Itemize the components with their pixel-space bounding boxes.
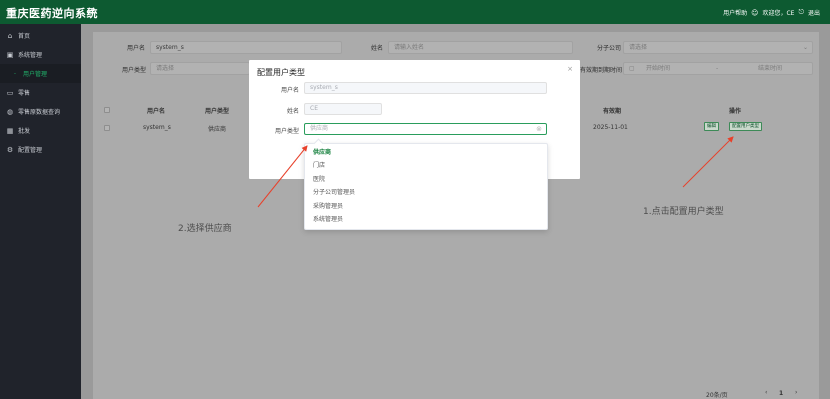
dialog-username-input: system_s — [304, 82, 547, 94]
logout-icon[interactable]: ⎋ — [798, 8, 804, 17]
filter-branch-label: 分子公司 — [597, 45, 622, 52]
cell-usertype: 供应商 — [208, 126, 227, 133]
filter-branch-value: 请选择 — [629, 44, 648, 51]
current-page[interactable]: 1 — [779, 390, 783, 397]
sidebar-item-label: 批发 — [18, 128, 31, 135]
filter-date-range[interactable]: ▢ 开始时间 - 结束时间 — [623, 62, 813, 75]
sidebar-item-system[interactable]: ▣ 系统管理 — [0, 45, 81, 64]
welcome-text: 欢迎您，CE — [762, 10, 795, 17]
dropdown-option-supplier[interactable]: 供应商 — [305, 146, 547, 159]
filter-branch-select[interactable]: 请选择 ⌄ — [623, 41, 813, 54]
filter-name-input[interactable]: 请输入姓名 — [388, 41, 573, 54]
dialog-usertype-select[interactable]: 供应商 ⊗ — [304, 123, 547, 135]
date-start: 开始时间 — [646, 65, 671, 72]
dialog-title: 配置用户类型 — [257, 68, 305, 77]
filter-usertype-select[interactable]: 请选择 — [150, 62, 250, 75]
dropdown-option-hospital[interactable]: 医院 — [305, 173, 547, 186]
prev-page-icon[interactable]: ‹ — [765, 389, 767, 396]
cell-username: system_s — [143, 124, 171, 131]
col-header-usertype: 用户类型 — [205, 108, 230, 115]
logout-link[interactable]: 退出 — [808, 8, 820, 17]
dialog-usertype-label: 用户类型 — [274, 128, 299, 135]
sidebar-item-label: 系统管理 — [18, 52, 43, 59]
sidebar: ⌂ 首页 ▣ 系统管理 · 用户管理 ▭ 零售 ◍ 零售原数据查询 ▦ 批发 ⚙… — [0, 24, 81, 399]
dropdown-option-branch-admin[interactable]: 分子公司管理员 — [305, 186, 547, 199]
app-title: 重庆医药逆向系统 — [6, 7, 98, 20]
header-actions: 用户帮助 ☺ 欢迎您，CE ⎋ 退出 — [723, 8, 820, 17]
close-icon[interactable]: × — [567, 65, 573, 73]
filter-name-label: 姓名 — [371, 45, 384, 52]
sidebar-item-users[interactable]: · 用户管理 — [0, 64, 81, 83]
edit-button[interactable]: 编辑 — [704, 122, 719, 131]
cell-expire: 2025-11-01 — [593, 124, 628, 131]
menu-toggle-icon[interactable]: ≡ — [86, 4, 95, 17]
dialog-username-label: 用户名 — [280, 87, 299, 94]
gear-icon: ⚙ — [6, 145, 14, 154]
dot-icon: · — [13, 69, 17, 78]
user-icon: ☺ — [751, 8, 759, 17]
filter-username-input[interactable]: system_s — [150, 41, 342, 54]
settings-box-icon: ▣ — [6, 50, 14, 59]
usertype-select-placeholder: 供应商 — [310, 125, 329, 132]
dropdown-option-store[interactable]: 门店 — [305, 159, 547, 172]
building-icon: ▦ — [6, 126, 14, 135]
sidebar-item-config[interactable]: ⚙ 配置管理 — [0, 140, 81, 159]
sidebar-item-label: 零售原数据查询 — [18, 109, 61, 116]
filter-username-label: 用户名 — [127, 45, 146, 52]
sidebar-item-home[interactable]: ⌂ 首页 — [0, 26, 81, 45]
calendar-icon: ▢ — [629, 65, 635, 72]
annotation-step1: 1.点击配置用户类型 — [643, 207, 724, 217]
select-all-checkbox[interactable] — [104, 107, 110, 113]
help-link[interactable]: 用户帮助 — [723, 8, 747, 17]
sidebar-item-label: 首页 — [18, 33, 31, 40]
sidebar-item-label: 配置管理 — [18, 147, 43, 154]
col-header-expire: 有效期 — [603, 108, 622, 115]
row-checkbox[interactable] — [104, 125, 110, 131]
filter-usertype-label: 用户类型 — [122, 67, 147, 74]
filter-expire-label: 有效期到期时间 — [580, 67, 623, 74]
sidebar-item-retail-query[interactable]: ◍ 零售原数据查询 — [0, 102, 81, 121]
col-header-actions: 操作 — [729, 108, 742, 115]
clear-icon[interactable]: ⊗ — [536, 124, 542, 134]
col-header-username: 用户名 — [147, 108, 166, 115]
annotation-step2: 2.选择供应商 — [178, 224, 232, 234]
date-end: 结束时间 — [758, 65, 783, 72]
dialog-name-label: 姓名 — [286, 108, 299, 115]
sidebar-item-label: 用户管理 — [23, 71, 48, 78]
date-sep: - — [716, 65, 719, 72]
chevron-down-icon: ⌄ — [802, 44, 808, 51]
usertype-dropdown: 供应商 门店 医院 分子公司管理员 采购管理员 系统管理员 — [304, 138, 548, 230]
top-header: 重庆医药逆向系统 ≡ 用户帮助 ☺ 欢迎您，CE ⎋ 退出 — [0, 0, 830, 24]
monitor-icon: ▭ — [6, 88, 14, 97]
home-icon: ⌂ — [7, 31, 13, 40]
dropdown-option-purchase-admin[interactable]: 采购管理员 — [305, 200, 547, 213]
sidebar-item-label: 零售 — [18, 90, 31, 97]
dialog-name-input: CE — [304, 103, 382, 115]
dropdown-option-system-admin[interactable]: 系统管理员 — [305, 213, 547, 226]
sidebar-item-wholesale[interactable]: ▦ 批发 — [0, 121, 81, 140]
config-usertype-button[interactable]: 配置用户类型 — [729, 122, 762, 131]
lock-icon: ◍ — [6, 107, 14, 116]
sidebar-item-retail[interactable]: ▭ 零售 — [0, 83, 81, 102]
next-page-icon[interactable]: › — [795, 389, 797, 396]
page-size-select[interactable]: 20条/页 — [706, 390, 728, 399]
